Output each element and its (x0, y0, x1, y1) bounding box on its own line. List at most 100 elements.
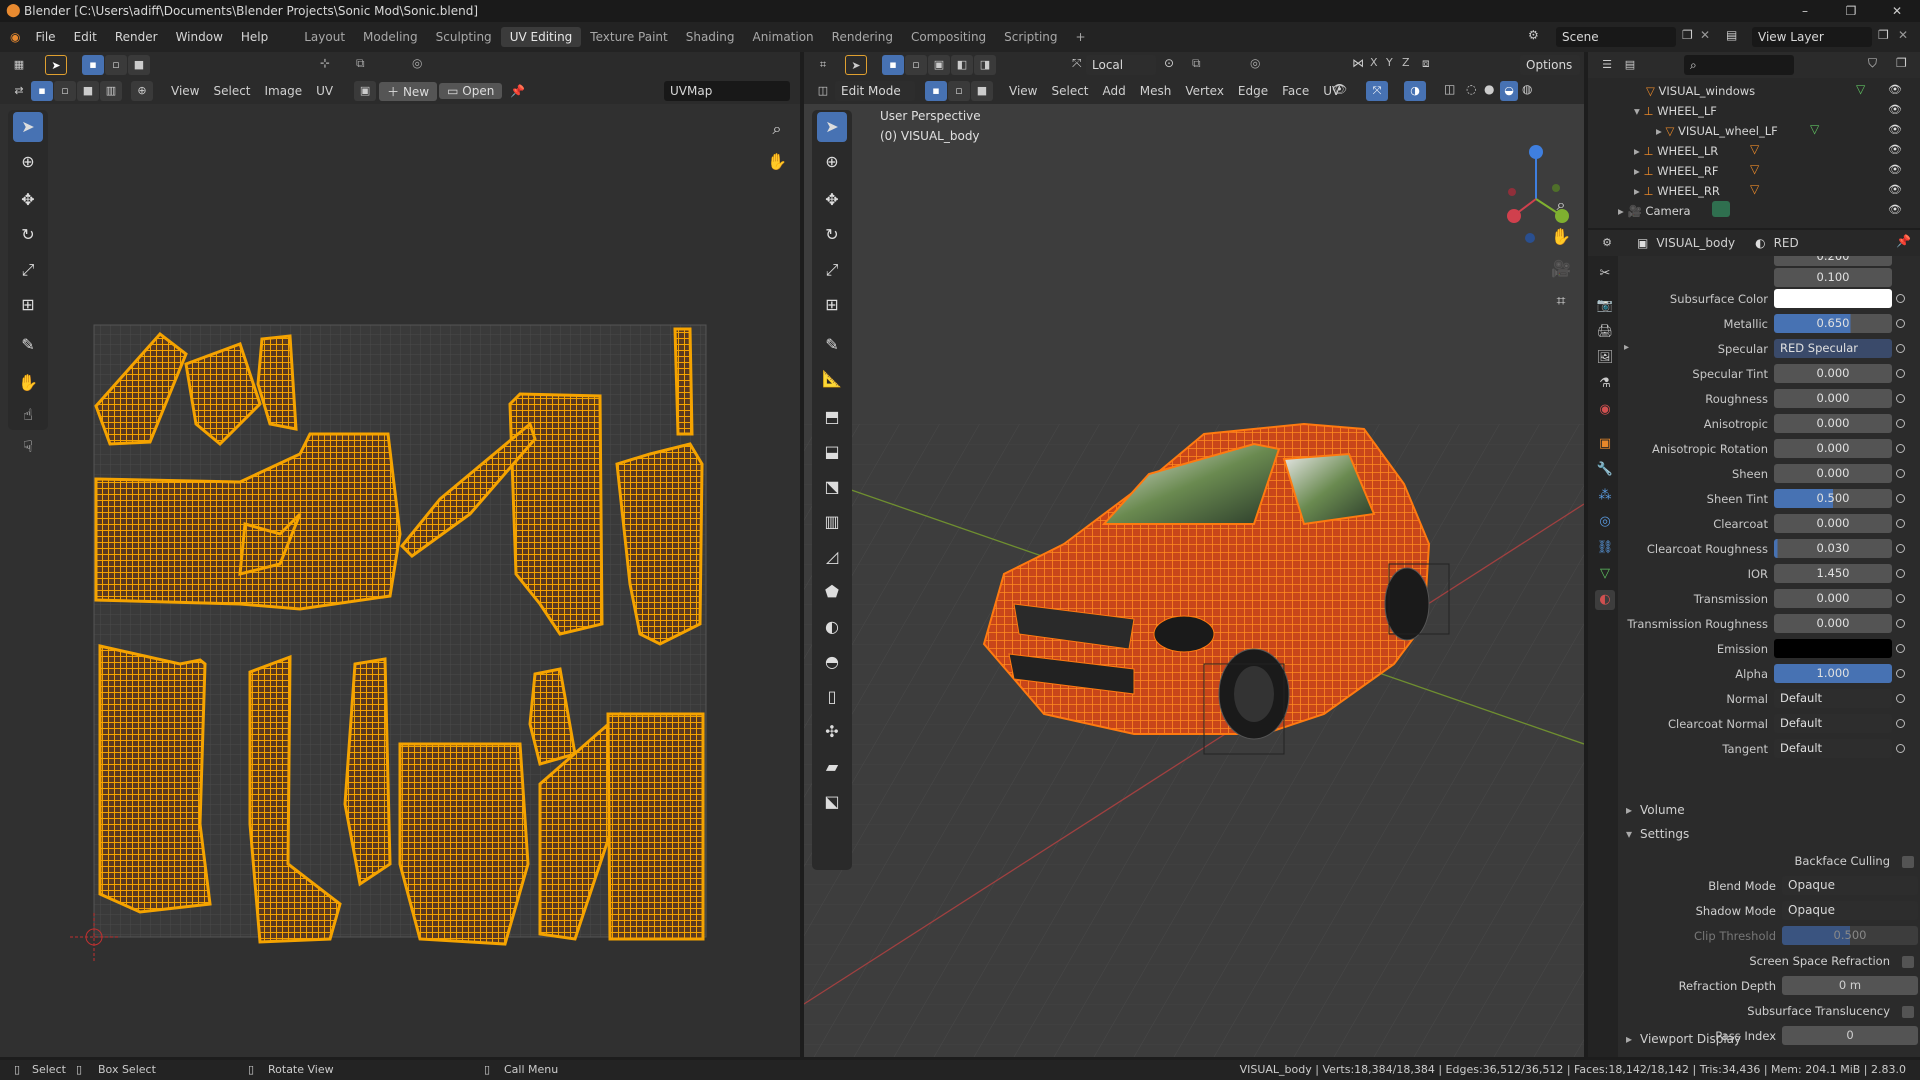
prop-value-emission[interactable] (1774, 639, 1892, 658)
partial-value-2[interactable]: 0.100 (1774, 268, 1892, 287)
node-socket-icon[interactable] (1896, 569, 1905, 578)
viewport-select-extend-icon[interactable]: ▫ (905, 55, 927, 75)
node-socket-icon[interactable] (1896, 719, 1905, 728)
uv-canvas[interactable] (0, 104, 800, 1057)
prop-value-anisotropic[interactable]: 0.000 (1774, 414, 1892, 433)
overlay-icon[interactable]: ◑ (1404, 81, 1426, 101)
vp-scale-tool-icon[interactable]: ⤢ (817, 255, 847, 285)
uv-pinch-tool-icon[interactable]: ☟ (13, 432, 43, 462)
visibility-icon[interactable]: 👁 (1332, 82, 1347, 96)
transform-orientation-icon[interactable]: ⤧ (1072, 56, 1082, 71)
uv-pan-icon[interactable]: ✋ (762, 147, 792, 177)
physics-tab-icon[interactable]: ◎ (1595, 512, 1615, 532)
partial-value-1[interactable]: 0.200 (1774, 256, 1892, 266)
node-socket-icon[interactable] (1896, 519, 1905, 528)
visibility-eye-icon[interactable]: 👁 (1888, 143, 1902, 156)
prop-value-ior[interactable]: 1.450 (1774, 564, 1892, 583)
node-socket-icon[interactable] (1896, 644, 1905, 653)
open-image-button[interactable]: ▭ Open (439, 83, 503, 99)
vp-transform-tool-icon[interactable]: ⊞ (817, 290, 847, 320)
vp-extrude-tool-icon[interactable]: ⬒ (817, 402, 847, 432)
backface-culling-checkbox[interactable] (1902, 856, 1914, 868)
visibility-eye-icon[interactable]: 👁 (1888, 123, 1902, 136)
modifier-tab-icon[interactable]: 🔧 (1595, 460, 1615, 480)
viewport-menu-view[interactable]: View (1002, 82, 1044, 100)
prop-value-clearcoat[interactable]: 0.000 (1774, 514, 1892, 533)
constraints-tab-icon[interactable]: ⛓ (1595, 538, 1615, 558)
prop-value-normal[interactable]: Default (1774, 689, 1892, 708)
scene-tab-icon[interactable]: ⚗ (1595, 374, 1615, 394)
viewport-display-panel-header[interactable]: ▸ Viewport Display (1618, 1029, 1920, 1051)
xray-icon[interactable]: ◫ (1444, 82, 1455, 96)
prop-value-transmission-roughness[interactable]: 0.000 (1774, 614, 1892, 633)
uv-menu-image[interactable]: Image (258, 82, 310, 100)
outliner-search-input[interactable]: ⌕ (1684, 55, 1794, 75)
new-image-button[interactable]: ＋ New (379, 81, 438, 101)
uv-menu-uv[interactable]: UV (309, 82, 340, 100)
viewport-snap-icon[interactable]: ⧉ (1192, 56, 1201, 71)
filter-icon[interactable]: ⛉ (1868, 56, 1877, 71)
mode-dropdown[interactable]: Edit Mode (835, 81, 915, 101)
particles-tab-icon[interactable]: ⁂ (1595, 486, 1615, 506)
wireframe-shading-icon[interactable]: ◌ (1466, 82, 1476, 96)
prop-value-metallic[interactable]: 0.650 (1774, 314, 1892, 333)
prop-value-sheen[interactable]: 0.000 (1774, 464, 1892, 483)
solid-shading-icon[interactable]: ● (1484, 82, 1494, 96)
prop-value-alpha[interactable]: 1.000 (1774, 664, 1892, 683)
new-scene-icon[interactable]: ❐ (1682, 28, 1693, 42)
node-socket-icon[interactable] (1896, 294, 1905, 303)
vp-knife-tool-icon[interactable]: ◿ (817, 542, 847, 572)
node-socket-icon[interactable] (1896, 419, 1905, 428)
visibility-eye-icon[interactable]: 👁 (1888, 203, 1902, 216)
node-socket-icon[interactable] (1896, 469, 1905, 478)
vertex-select-icon[interactable]: ▪ (82, 55, 104, 75)
uv-annotate-tool-icon[interactable]: ✎ (13, 330, 43, 360)
edge-select-icon[interactable]: ▫ (105, 55, 127, 75)
viewport-menu-add[interactable]: Add (1096, 82, 1133, 100)
render-tab-icon[interactable]: 📷 (1595, 296, 1615, 316)
vp-camera-view-icon[interactable]: 🎥 (1546, 254, 1576, 284)
viewport-select-intersect-icon[interactable]: ◨ (974, 55, 996, 75)
vp-pan-icon[interactable]: ✋ (1546, 222, 1576, 252)
vp-polybuild-tool-icon[interactable]: ⬟ (817, 577, 847, 607)
proportional-icon[interactable]: ◎ (412, 56, 422, 70)
image-browse-icon[interactable]: ▣ (354, 81, 377, 101)
uv-zoom-icon[interactable]: ⌕ (762, 114, 792, 144)
tab-compositing[interactable]: Compositing (902, 27, 995, 47)
vp-zoom-icon[interactable]: ⌕ (1546, 190, 1576, 220)
refraction-depth-field[interactable]: 0 m (1782, 976, 1918, 995)
viewport-editor-type-icon[interactable]: ⌗ (812, 55, 834, 75)
node-socket-icon[interactable] (1896, 494, 1905, 503)
outliner-row-visual-wheel-lf[interactable]: ▸ ▽ VISUAL_wheel_LF (1656, 122, 1778, 140)
tab-texture-paint[interactable]: Texture Paint (581, 27, 676, 47)
menu-render[interactable]: Render (106, 30, 167, 44)
volume-panel-header[interactable]: ▸ Volume (1618, 800, 1918, 822)
viewport-select-subtract-icon[interactable]: ▣ (928, 55, 950, 75)
add-workspace-icon[interactable]: + (1067, 27, 1095, 47)
auto-merge-icon[interactable]: ⧈ (1422, 56, 1430, 71)
expand-input-icon[interactable]: ▸ (1624, 342, 1629, 353)
face-select-icon[interactable]: ■ (128, 55, 150, 75)
mirror-z-toggle[interactable]: Z (1402, 56, 1410, 69)
tab-animation[interactable]: Animation (743, 27, 822, 47)
node-socket-icon[interactable] (1896, 544, 1905, 553)
tab-scripting[interactable]: Scripting (995, 27, 1066, 47)
blender-menu-icon[interactable]: ◉ (10, 30, 20, 44)
viewport-select-invert-icon[interactable]: ◧ (951, 55, 973, 75)
uv-edge-mode-icon[interactable]: ▫ (54, 81, 76, 101)
tab-sculpting[interactable]: Sculpting (427, 27, 501, 47)
tab-rendering[interactable]: Rendering (823, 27, 902, 47)
viewport-proportional-icon[interactable]: ◎ (1250, 56, 1260, 70)
outliner-row-wheel-rf[interactable]: ▸ ⊥ WHEEL_RF (1634, 162, 1718, 180)
outliner-row-wheel-lr[interactable]: ▸ ⊥ WHEEL_LR (1634, 142, 1718, 160)
view-layer-tab-icon[interactable]: 🖼 (1595, 348, 1615, 368)
mirror-x-toggle[interactable]: X (1370, 56, 1378, 69)
prop-value-specular-tint[interactable]: 0.000 (1774, 364, 1892, 383)
tab-shading[interactable]: Shading (677, 27, 744, 47)
rendered-shading-icon[interactable]: ◍ (1522, 82, 1532, 96)
world-tab-icon[interactable]: ◉ (1595, 400, 1615, 420)
shadow-mode-dropdown[interactable]: Opaque (1782, 901, 1918, 920)
viewport-menu-vertex[interactable]: Vertex (1178, 82, 1231, 100)
options-dropdown[interactable]: Options (1520, 55, 1580, 75)
uvmap-field[interactable]: UVMap (664, 81, 790, 101)
